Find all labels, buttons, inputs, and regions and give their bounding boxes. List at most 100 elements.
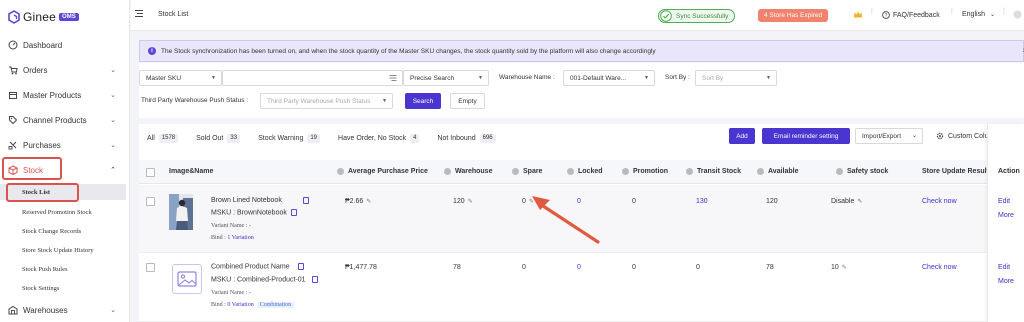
select-all-checkbox[interactable] [146, 168, 155, 177]
sidebar: Ginee OMS Dashboard Orders ⌄ Master Prod… [0, 0, 130, 322]
safety-value: 10 [831, 264, 839, 271]
tab-label: Stock Warning [258, 134, 304, 142]
box-icon [8, 90, 18, 100]
column-header-label: Average Purchase Price [348, 168, 428, 175]
promotion-stock: 0 [632, 198, 636, 205]
user-avatar-icon[interactable] [1013, 10, 1022, 19]
stock-list-highlight-box [6, 183, 79, 202]
tab-sold-out[interactable]: Sold Out 33 [196, 133, 241, 143]
product-name: Combined Product Name [211, 263, 304, 270]
tab-stock-warning[interactable]: Stock Warning 19 [258, 133, 321, 143]
edit-link[interactable]: Edit [998, 198, 1010, 205]
sidebar-item-warehouses[interactable]: Warehouses ⌄ [0, 301, 130, 319]
tab-not-inbound[interactable]: Not Inbound 696 [437, 133, 496, 143]
info-dot-icon [757, 168, 764, 175]
sidebar-item-channel-products[interactable]: Channel Products ⌄ [0, 111, 130, 129]
info-dot-icon [444, 168, 451, 175]
sidebar-subitem-stock-settings[interactable]: Stock Settings [0, 280, 126, 296]
tab-label: Have Order, No Stock [338, 134, 407, 142]
check-now-link[interactable]: Check now [922, 264, 957, 271]
column-header[interactable]: Warehouse [444, 168, 492, 175]
match-mode-select[interactable]: Precise Search ▼ [403, 70, 489, 86]
edit-link[interactable]: Edit [998, 264, 1010, 271]
store-expired-badge[interactable]: 4 Store Has Expired [758, 9, 829, 22]
sidebar-subitem-reserved-promotion-stock[interactable]: Reserved Promotion Stock [0, 204, 126, 220]
product-msku: MSKU : Combined-Product-01 [211, 276, 318, 283]
copy-icon[interactable] [297, 263, 304, 270]
logo[interactable]: Ginee OMS [8, 8, 79, 26]
variant-name: Variant Name : - [211, 290, 251, 296]
ginee-logo-icon [8, 10, 20, 24]
sidebar-item-orders[interactable]: Orders ⌄ [0, 61, 130, 79]
search-type-select[interactable]: Master SKU ▼ [139, 70, 222, 86]
email-reminder-button[interactable]: Email reminder setting [762, 128, 850, 144]
column-header-label: Store Update Result [922, 168, 989, 175]
edit-pencil-icon[interactable]: ✎ [857, 198, 862, 205]
column-header[interactable]: Transit Stock [686, 168, 741, 175]
warehouse-value: 120 [453, 198, 465, 205]
stock-highlight-box [2, 157, 62, 180]
column-header[interactable]: Safety stock [836, 168, 888, 175]
gear-icon [936, 132, 944, 140]
chevron-down-icon: ⌄ [110, 67, 116, 74]
chevron-down-icon: ⌄ [110, 92, 116, 99]
row-checkbox[interactable] [146, 197, 155, 206]
sidebar-item-purchases[interactable]: Purchases ⌄ [0, 136, 130, 154]
sidebar-subitem-store-stock-update-history[interactable]: Store Stock Update History [0, 242, 126, 258]
sidebar-item-dashboard[interactable]: Dashboard [0, 36, 130, 54]
column-header[interactable]: Locked [567, 168, 603, 175]
bind-variation-link[interactable]: 1 Variation [227, 235, 253, 241]
import-export-button[interactable]: Import/Export ⌄ [855, 128, 923, 144]
purchase-icon [8, 140, 18, 150]
locked-stock[interactable]: 0 [577, 264, 581, 271]
warehouse-stock: 120 ✎ [453, 198, 473, 205]
copy-icon[interactable] [311, 276, 318, 283]
sidebar-item-master-products[interactable]: Master Products ⌄ [0, 86, 130, 104]
more-link[interactable]: More [998, 278, 1014, 285]
column-header[interactable]: Available [757, 168, 798, 175]
divider: | [951, 8, 953, 15]
search-button[interactable]: Search [405, 93, 441, 109]
add-button[interactable]: Add [729, 128, 755, 144]
column-header[interactable]: Promotion [622, 168, 668, 175]
product-image-placeholder[interactable] [172, 264, 202, 294]
help-icon: ? [882, 11, 890, 19]
chevron-down-icon: ⌄ [110, 307, 116, 314]
empty-button[interactable]: Empty [450, 93, 485, 109]
list-filter-icon[interactable] [389, 74, 397, 84]
average-price: ₱1,477.78 [345, 264, 377, 271]
sidebar-subitem-stock-change-records[interactable]: Stock Change Records [0, 223, 126, 239]
bind-variation-link[interactable]: 0 Variation [227, 302, 253, 308]
tab-have-order-no-stock[interactable]: Have Order, No Stock 4 [338, 133, 420, 143]
safety-stock: Disable ✎ [831, 198, 862, 205]
more-link[interactable]: More [998, 212, 1014, 219]
push-status-select[interactable]: Third Party Warehouse Push Status ▼ [260, 93, 393, 109]
column-header[interactable]: Average Purchase Price [337, 168, 428, 175]
sync-status-badge[interactable]: Sync Successfully [658, 9, 736, 23]
transit-stock[interactable]: 130 [696, 198, 708, 205]
divider: | [871, 8, 873, 15]
column-header-label: Promotion [633, 168, 668, 175]
product-image[interactable] [169, 194, 193, 230]
column-header[interactable]: Spare [512, 168, 542, 175]
language-select[interactable]: English ⌄ [962, 11, 995, 18]
sort-select[interactable]: Sort By ▼ [695, 70, 777, 86]
menu-toggle-icon[interactable] [134, 9, 144, 18]
tab-all[interactable]: All 1578 [147, 133, 179, 143]
crown-icon[interactable] [853, 10, 863, 19]
search-input[interactable] [222, 70, 403, 86]
faq-feedback-link[interactable]: ? FAQ/Feedback [882, 11, 940, 19]
row-checkbox[interactable] [146, 263, 155, 272]
sidebar-subitem-stock-push-rules[interactable]: Stock Push Rules [0, 261, 126, 277]
warehouse-select[interactable]: 001-Default Ware... ▼ [563, 70, 655, 86]
copy-icon[interactable] [290, 209, 297, 216]
sync-status-text: Sync Successfully [676, 12, 729, 20]
edit-pencil-icon[interactable]: ✎ [366, 198, 371, 205]
edit-pencil-icon[interactable]: ✎ [842, 264, 847, 271]
tab-label: Sold Out [196, 134, 224, 142]
edit-pencil-icon[interactable]: ✎ [468, 198, 473, 205]
check-now-link[interactable]: Check now [922, 198, 957, 205]
tab-count: 1578 [158, 133, 179, 143]
copy-icon[interactable] [303, 197, 309, 204]
sidebar-item-label: Orders [23, 65, 48, 75]
